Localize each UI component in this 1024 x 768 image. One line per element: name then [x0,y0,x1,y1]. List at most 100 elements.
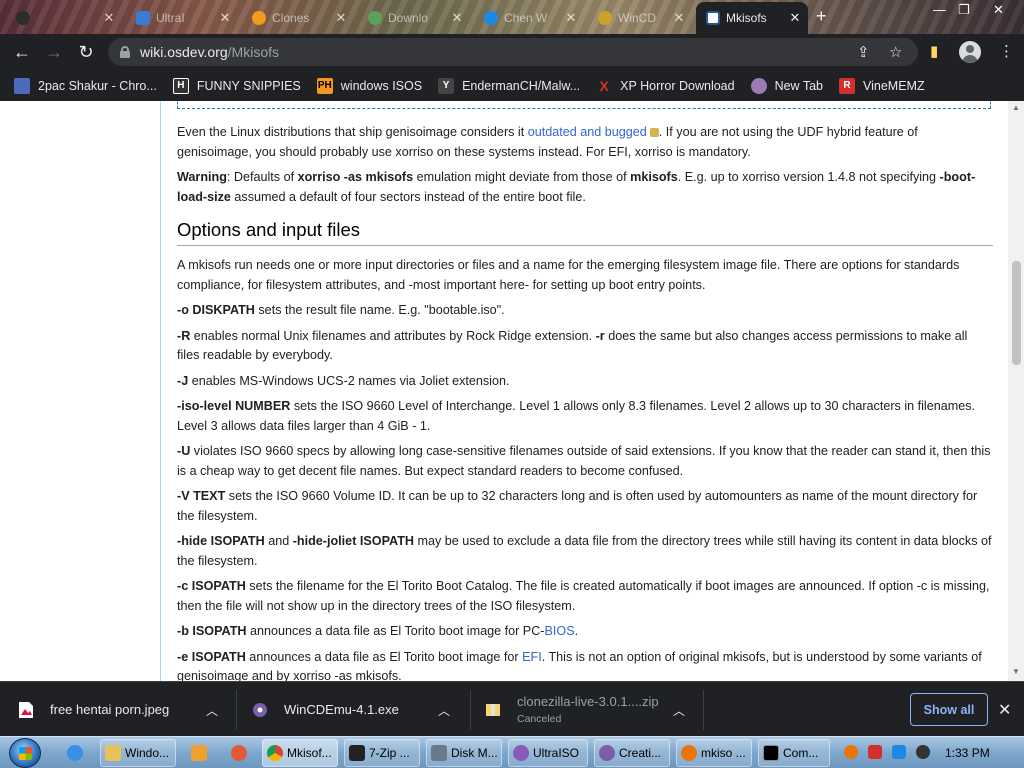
tab-6[interactable]: WinCD ✕ [588,4,692,32]
address-bar[interactable]: wiki.osdev.org/Mkisofs ⇪ ☆ [108,38,918,66]
bookmarks-bar: 2pac Shakur - Chro... H FUNNY SNIPPIES P… [0,70,1024,101]
taskbar-creating[interactable]: Creati... [594,739,670,767]
tray-network-icon[interactable] [892,745,906,759]
taskbar-7zip[interactable]: 7-Zip ... [344,739,420,767]
tab-favicon-icon [484,11,498,25]
new-tab-button[interactable]: + [816,6,827,27]
wincdemu-icon [599,745,615,761]
option-name: -R [177,328,191,343]
side-panel-icon[interactable]: ▮ [930,42,938,60]
back-arrow-icon[interactable]: ← [11,41,33,63]
bookmark-windows-isos[interactable]: PH windows ISOS [316,77,422,94]
taskbar-windows-explorer[interactable]: Windo... [100,739,176,767]
taskbar-mkiso-search[interactable]: mkiso ... [676,739,752,767]
option-desc: announces a data file as El Torito boot … [245,649,523,664]
tab-1[interactable]: ✕ [6,4,122,32]
show-all-button[interactable]: Show all [910,693,988,726]
taskbar-chrome-mkisofs[interactable]: Mkisof... [262,739,338,767]
taskbar-ultraiso[interactable]: UltraISO [508,739,588,767]
tab-close-icon[interactable]: ✕ [334,10,348,26]
downloads-close-icon[interactable]: ✕ [998,700,1011,720]
tab-close-icon[interactable]: ✕ [788,10,802,26]
taskbar-command-prompt[interactable]: Com... [758,739,830,767]
media-pinned-icon[interactable] [186,739,214,767]
scroll-down-arrow-icon[interactable]: ▼ [1012,668,1020,676]
code-term: xorriso -as mkisofs [297,170,414,184]
taskbar-label: Creati... [619,746,662,760]
option-desc: enables normal Unix filenames and attrib… [190,328,596,343]
external-link-icon [649,128,659,138]
bookmark-vinememz[interactable]: R VineMEMZ [839,77,925,94]
scrollbar-thumb[interactable] [1012,261,1021,365]
tab-mkisofs-active[interactable]: Mkisofs ✕ [696,2,808,34]
bookmark-favicon-icon: X [599,77,609,94]
bookmark-favicon-icon [750,77,767,94]
tab-close-icon[interactable]: ✕ [218,10,232,26]
tray-flag-icon[interactable] [868,745,882,759]
divider [703,690,704,730]
link-outdated-and-bugged[interactable]: outdated and bugged [528,125,647,139]
tab-title: Chen W [504,11,548,25]
option-V: -V TEXT sets the ISO 9660 Volume ID. It … [177,487,993,526]
link-bios[interactable]: BIOS [545,624,575,638]
ie-pinned-icon[interactable] [62,739,92,767]
option-name: -U [177,444,191,458]
option-name: -hide ISOPATH [177,534,265,548]
chevron-up-icon[interactable]: ︿ [438,702,450,719]
lock-icon[interactable] [120,46,130,58]
text: assumed a default of four sectors instea… [230,189,586,204]
share-icon[interactable]: ⇪ [857,43,870,61]
restore-button[interactable]: ❐ [958,2,970,18]
profile-avatar-icon[interactable] [959,41,981,63]
taskbar-label: Disk M... [451,746,498,760]
text: . E.g. up to xorriso version 1.4.8 not s… [677,170,940,184]
warning-label: Warning [177,170,227,184]
taskbar-clock[interactable]: 1:33 PM [945,746,990,760]
paragraph-genisoimage: Even the Linux distributions that ship g… [177,123,993,162]
bookmark-funny-snippies[interactable]: H FUNNY SNIPPIES [172,77,301,94]
taskbar-disk-management[interactable]: Disk M... [426,739,502,767]
taskbar-label: mkiso ... [701,746,746,760]
tab-title: Clones [272,11,310,25]
bookmark-xp-horror[interactable]: X XP Horror Download [596,77,735,94]
tab-5[interactable]: Chen W ✕ [474,4,584,32]
bookmark-2pac[interactable]: 2pac Shakur - Chro... [14,77,157,94]
download-item-1[interactable]: free hentai porn.jpeg ︿ [18,682,228,737]
download-filename: clonezilla-live-3.0.1....zip [517,694,659,709]
chevron-up-icon[interactable]: ︿ [206,702,218,719]
app-icon [231,745,247,761]
reload-icon[interactable]: ↻ [75,41,97,63]
tab-favicon-icon [136,11,150,25]
tab-close-icon[interactable]: ✕ [564,10,578,26]
bookmark-new-tab[interactable]: New Tab [750,77,823,94]
scroll-up-arrow-icon[interactable]: ▲ [1012,104,1020,112]
start-button[interactable] [9,738,41,768]
taskbar-label: UltraISO [533,746,580,760]
forward-arrow-icon[interactable]: → [43,41,65,63]
option-desc: sets the filename for the El Torito Boot… [177,579,990,613]
tray-volume-icon[interactable] [916,745,930,759]
tab-close-icon[interactable]: ✕ [102,10,116,26]
text: and [264,534,293,548]
tab-3[interactable]: Clones ✕ [242,4,354,32]
bookmark-endermanch[interactable]: Y EndermanCH/Malw... [438,77,580,94]
tab-2[interactable]: UltraI ✕ [126,4,238,32]
tray-search-icon[interactable] [844,745,858,759]
minimize-button[interactable]: — [933,2,946,17]
link-efi[interactable]: EFI [522,650,542,664]
download-item-3[interactable]: clonezilla-live-3.0.1....zip Canceled ︿ [485,682,695,737]
bookmark-star-icon[interactable]: ☆ [889,43,902,61]
chevron-up-icon[interactable]: ︿ [673,702,685,719]
menu-kebab-icon[interactable]: ⋮ [999,42,1014,60]
tab-close-icon[interactable]: ✕ [450,10,464,26]
tab-close-icon[interactable]: ✕ [672,10,686,26]
option-name: -r [595,328,605,343]
window-close-button[interactable]: ✕ [993,2,1004,18]
bookmark-label: XP Horror Download [620,78,735,93]
taskbar-label: Mkisof... [287,746,332,760]
tab-4[interactable]: Downlo ✕ [358,4,470,32]
downloads-bar: free hentai porn.jpeg ︿ WinCDEmu-4.1.exe… [0,681,1024,736]
pinned-app-icon[interactable] [226,739,254,767]
page-scrollbar[interactable]: ▲ ▼ [1008,101,1024,681]
download-item-2[interactable]: WinCDEmu-4.1.exe ︿ [252,682,462,737]
